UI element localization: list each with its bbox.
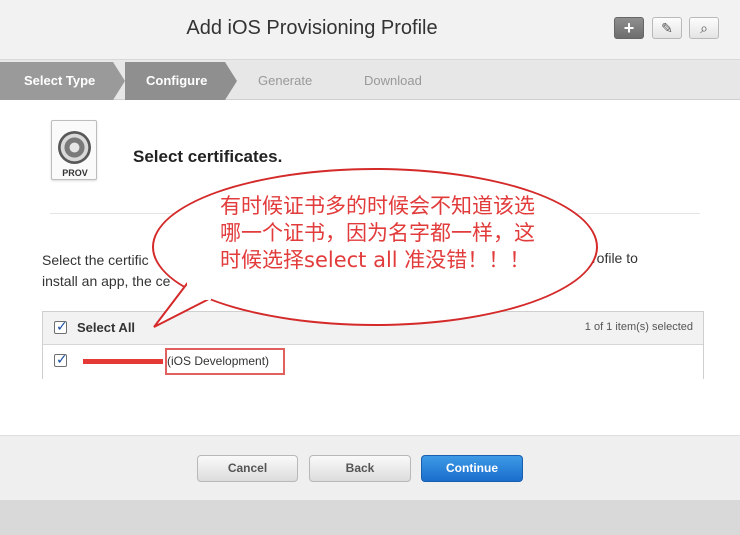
step-generate: Generate bbox=[258, 73, 313, 88]
edit-icon[interactable]: ✎ bbox=[652, 17, 682, 39]
redacted-certificate-name bbox=[83, 359, 163, 364]
search-icon[interactable]: ⌕ bbox=[689, 17, 719, 39]
footer-bar: Cancel Back Continue bbox=[0, 435, 740, 500]
step-navigation: Select Type Configure Generate Download bbox=[0, 62, 740, 100]
gear-icon bbox=[58, 131, 91, 164]
step-select-type[interactable]: Select Type bbox=[0, 62, 113, 100]
header: Add iOS Provisioning Profile + ✎ ⌕ bbox=[0, 0, 740, 60]
description-right: rofile to bbox=[592, 250, 638, 266]
add-icon[interactable]: + bbox=[614, 17, 644, 39]
page-title: Add iOS Provisioning Profile bbox=[186, 17, 438, 39]
step-arrow bbox=[113, 62, 125, 100]
provisioning-profile-icon: PROV bbox=[51, 120, 97, 180]
section-title: Select certificates. bbox=[133, 147, 283, 166]
continue-button[interactable]: Continue bbox=[421, 455, 523, 482]
certificate-checkbox[interactable] bbox=[54, 351, 68, 368]
bottom-strip bbox=[0, 500, 740, 535]
select-all-label[interactable]: Select All bbox=[77, 320, 135, 335]
prov-icon-label: PROV bbox=[62, 168, 88, 178]
selected-count: 1 of 1 item(s) selected bbox=[584, 321, 693, 333]
table-row[interactable]: (iOS Development) bbox=[43, 345, 703, 379]
annotation-bubble-tail bbox=[153, 281, 211, 328]
step-download: Download bbox=[364, 73, 422, 88]
annotation-text: 有时候证书多的时候会不知道该选哪一个证书，因为名字都一样，这时候选择select… bbox=[220, 194, 535, 272]
page: Add iOS Provisioning Profile + ✎ ⌕ Selec… bbox=[0, 0, 740, 535]
certificate-type: (iOS Development) bbox=[167, 354, 270, 368]
select-all-checkbox[interactable] bbox=[54, 318, 68, 335]
step-configure[interactable]: Configure bbox=[125, 62, 225, 100]
back-button[interactable]: Back bbox=[309, 455, 411, 482]
step-arrow bbox=[225, 62, 237, 100]
cancel-button[interactable]: Cancel bbox=[197, 455, 298, 482]
